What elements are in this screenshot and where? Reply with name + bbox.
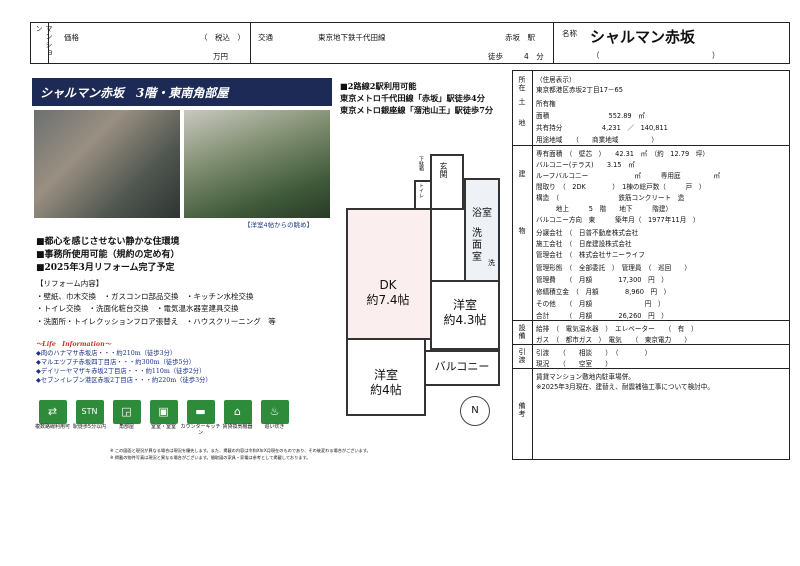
mansion-label: マンション xyxy=(35,25,53,57)
balcony-label: バルコニー xyxy=(434,360,490,373)
seller: 分譲会社 （ 日普不動産株式会社 xyxy=(536,229,639,237)
land-area: 面積 552.89 ㎡ xyxy=(536,112,645,120)
renovation-item: ・洗面所・トイレクッションフロア張替え ・ハウスクリーニング 等 xyxy=(36,316,276,326)
structure: 構造 （ 鉄筋コンクリート 造 xyxy=(536,194,685,202)
life-item: ◆肉のハナマサ赤坂店・・・約210m（徒歩3分） xyxy=(36,350,177,357)
direction: バルコニー方向 東 築年月（ 1977年11月 ） xyxy=(536,216,700,224)
water-facility: 給排 （ 電気温水器 ） エレベーター （ 有 ） xyxy=(536,325,698,333)
price-label: 価格 xyxy=(64,33,79,42)
access-line: 東京メトロ銀座線「溜池山王」駅徒歩7分 xyxy=(340,105,494,115)
icon-label: 室室・室室 xyxy=(150,424,176,430)
floor-area: 専有面積 （ 壁芯 ） 42.31 ㎡ （約 12.79 坪） xyxy=(536,150,709,158)
name-label: 名称 xyxy=(562,29,577,38)
access-title: ■2路線2駅利用可能 xyxy=(340,81,417,91)
note: ※2025年3月現在、建替え、耐震補強工事について検討中。 xyxy=(536,383,714,391)
lease-icon: ⌂ xyxy=(223,400,252,424)
price-unit: 万円 xyxy=(213,52,228,61)
access-line: 東京メトロ千代田線「赤坂」駅徒歩4分 xyxy=(340,93,485,103)
access-info: ■2路線2駅利用可能 東京メトロ千代田線「赤坂」駅徒歩4分 東京メトロ銀座線「溜… xyxy=(340,80,493,116)
zoning: 用途地域 （ 商業地域 ） xyxy=(536,136,658,144)
name-paren: （ ） xyxy=(592,51,720,60)
photo-caption: 【洋室4帖からの眺め】 xyxy=(244,221,314,229)
ownership: 所有権 xyxy=(536,100,556,108)
property-name: シャルマン赤坂 xyxy=(590,28,696,46)
side-delivery: 引渡 xyxy=(518,348,526,364)
life-item: ◆セブンイレブン港区赤坂2丁目店・・・約220m（徒歩3分） xyxy=(36,377,212,384)
footnote: ※ この図面と現況が異なる場合は現況を優先します。また、掲載の内容は令和X年X月… xyxy=(110,448,371,453)
line-name: 東京地下鉄千代田線 xyxy=(318,33,386,42)
toilet-label: トイレ xyxy=(418,183,424,198)
total-fee: 合計 （ 月額 26,260 円 ） xyxy=(536,312,668,320)
repair-fund: 修繕積立金 （ 月額 8,960 円 ） xyxy=(536,288,671,296)
status: 現況 （ 空室 ） xyxy=(536,360,612,368)
other-fee: その他 （ 月額 円 ） xyxy=(536,300,665,308)
building-photo xyxy=(34,110,180,218)
two-lines-icon: ⇄ xyxy=(38,400,67,424)
bath-icon: ♨ xyxy=(260,400,289,424)
compass-icon: N xyxy=(460,396,490,426)
feature-icons: ⇄ 複数路線利用可 STN 駅徒歩5分以内 ◲ 角部屋 ▣ 室室・室室 ▬ カウンターキッ… xyxy=(34,400,294,444)
land-share: 共有持分 4,231 ／ 140,811 xyxy=(536,124,668,132)
floor-plan: DK 約7.4帖 洋室 約4.3帖 洋室 約4帖 バルコニー 浴室 洗面室 洗 … xyxy=(338,150,508,450)
room2-label: 洋室 約4帖 xyxy=(370,368,402,397)
view-photo xyxy=(184,110,330,218)
icon-label: 角部屋 xyxy=(118,424,134,430)
feature-list: ■都心を感じさせない静かな住環境 ■事務所使用可能（規約の定め有） ■2025年… xyxy=(36,236,180,275)
tax-note: （ 税込 ） xyxy=(200,33,245,42)
roof-balcony: ルーフバルコニー ㎡ 専用庭 ㎡ xyxy=(536,172,721,180)
note: 賃貸マンション敷地内駐車場併。 xyxy=(536,373,635,381)
corner-room-icon: ◲ xyxy=(112,400,141,424)
management-fee: 管理費 （ 月額 17,300 円 ） xyxy=(536,276,668,284)
side-notes: 備考 xyxy=(518,402,526,418)
station-icon: STN xyxy=(75,400,104,424)
storage-label: 下駄箱 xyxy=(418,156,424,171)
layout: 間取り （ 2DK ） 1棟の総戸数（ 戸 ） xyxy=(536,183,706,191)
delivery: 引渡 （ 相談 ） （ ） xyxy=(536,349,652,357)
feature-item: ■事務所使用可能（規約の定め有） xyxy=(36,250,180,260)
side-land: 土地 xyxy=(518,98,526,140)
icon-label: 追い炊き xyxy=(264,424,285,430)
life-info: ～Life Information～ ◆肉のハナマサ赤坂店・・・約210m（徒歩… xyxy=(36,340,212,385)
manager: 管理会社 （ 株式会社サニーライフ xyxy=(536,251,645,259)
footnote: ※ 掲載の物件写真は現況と異なる場合がございます。間取図の家具・家電は参考として… xyxy=(110,455,311,460)
counter-kitchen-icon: ▬ xyxy=(186,400,215,424)
dk-room xyxy=(346,208,432,340)
builder: 施工会社 （ 日産建設株式会社 xyxy=(536,240,632,248)
office-use-icon: ▣ xyxy=(149,400,178,424)
gas-facility: ガス （ 都市ガス ） 電気 （ 東京電力 ） xyxy=(536,336,691,344)
dk-label: DK 約7.4帖 xyxy=(366,278,410,307)
walk-label: 徒歩 xyxy=(488,52,503,61)
icon-label: 駅徒歩5分以内 xyxy=(72,424,107,430)
manage-type: 管理形態 （ 全部委託 ） 管理員 （ 巡回 ） xyxy=(536,264,691,272)
renovation-title: 【リフォーム内容】 xyxy=(36,279,104,288)
feature-item: ■都心を感じさせない静かな住環境 xyxy=(36,237,180,247)
bath-label: 浴室 xyxy=(472,208,492,219)
address-label: （住居表示） xyxy=(536,76,576,84)
feature-item: ■2025年3月リフォーム完了予定 xyxy=(36,263,175,273)
renovation-list: 【リフォーム内容】 ・壁紙、巾木交換 ・ガスコンロ部品交換 ・キッチン水栓交換 … xyxy=(36,278,276,328)
banner: シャルマン赤坂 3階・東南角部屋 xyxy=(32,78,332,106)
station-name: 赤坂 駅 xyxy=(505,33,535,42)
icon-label: カウンターキッチン xyxy=(180,424,221,436)
genkan-label: 玄関 xyxy=(439,162,448,178)
renovation-item: ・壁紙、巾木交換 ・ガスコンロ部品交換 ・キッチン水栓交換 xyxy=(36,291,254,301)
renovation-item: ・トイレ交換 ・洗面化粧台交換 ・電気温水器室建具交換 xyxy=(36,304,239,313)
walk-value: 4 分 xyxy=(524,52,544,61)
floors: 地上 5 階 地下 階建） xyxy=(536,205,673,213)
life-title: ～Life Information～ xyxy=(36,341,111,348)
icon-label: 賃貸換気機器 xyxy=(222,424,253,430)
wm-label: 洗 xyxy=(488,259,495,267)
icon-label: 複数路線利用可 xyxy=(34,424,70,430)
side-building: 建物 xyxy=(518,170,526,284)
address: 東京都港区赤坂2丁目17－65 xyxy=(536,86,623,94)
wash-label: 洗面室 xyxy=(472,228,482,263)
life-item: ◆デイリーヤマザキ赤坂2丁目店・・・約110m（徒歩2分） xyxy=(36,368,206,375)
side-location: 所在 xyxy=(518,76,526,92)
side-facility: 設備 xyxy=(518,324,526,340)
life-item: ◆マルエツプチ赤坂四丁目店・・・約300m（徒歩5分） xyxy=(36,359,196,366)
room1-label: 洋室 約4.3帖 xyxy=(443,298,487,327)
balcony-area: バルコニー(テラス) 3.15 ㎡ xyxy=(536,161,635,169)
transport-label: 交通 xyxy=(258,33,273,42)
